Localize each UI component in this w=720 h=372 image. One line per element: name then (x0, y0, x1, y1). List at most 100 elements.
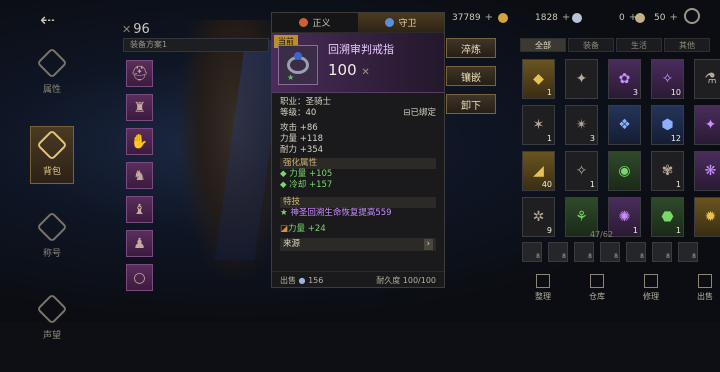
nav-item-backpack[interactable]: 背包 (30, 126, 74, 184)
item-icon: ❋ (704, 163, 717, 179)
add-currency-button[interactable]: + (669, 12, 677, 23)
item-name: 回溯审判戒指 (328, 43, 394, 56)
item-count: 1 (546, 134, 552, 143)
tooltip-footer: 出售 ● 156 耐久度 100/100 (272, 271, 444, 287)
item-count: 3 (632, 88, 638, 97)
tab-life[interactable]: 生活 (616, 38, 662, 52)
inventory-item-slot[interactable]: ⚗ (694, 59, 720, 99)
bag-count-prefix: ✕ (122, 23, 132, 36)
inlay-button[interactable]: 镶嵌 (446, 66, 496, 86)
level-requirement: 等级：40 (280, 108, 317, 118)
tab-other[interactable]: 其他 (664, 38, 710, 52)
justice-icon (299, 18, 309, 27)
source-arrow-icon: › (423, 239, 433, 250)
item-count: 1 (589, 180, 595, 189)
inventory-item-slot[interactable]: ❋ (694, 151, 720, 191)
ring-icon (287, 52, 309, 74)
tab-all[interactable]: 全部 (520, 38, 566, 52)
inventory-item-slot[interactable]: ✦ (694, 105, 720, 145)
back-arrow-icon[interactable]: ⇠ (40, 10, 72, 31)
tab-justice[interactable]: 正义 (272, 13, 358, 33)
equip-slot-feet[interactable]: ♝ (126, 196, 153, 223)
quick-slot[interactable]: 8 (548, 242, 568, 262)
bottom-button-label: 仓库 (589, 292, 605, 301)
quick-slot[interactable]: 8 (600, 242, 620, 262)
star-icon: ★ (280, 208, 288, 218)
warehouse-button[interactable]: 仓库 (582, 274, 612, 302)
quick-slot[interactable]: 8 (522, 242, 542, 262)
inventory-item-slot[interactable]: ✶ 1 (522, 105, 555, 145)
inventory-item-slot[interactable]: ◢ 40 (522, 151, 555, 191)
currency-honor: 50 + (635, 12, 678, 23)
equip-slot-hands[interactable]: ✋ (126, 128, 153, 155)
class-requirement: 职业：圣骑士 (280, 97, 332, 107)
quick-slot[interactable]: 8 (626, 242, 646, 262)
repair-button[interactable]: 修理 (636, 274, 666, 302)
refine-button[interactable]: 淬炼 (446, 38, 496, 58)
add-currency-button[interactable]: + (562, 12, 570, 23)
sell-button[interactable]: 出售 (690, 274, 720, 302)
item-count: 40 (541, 180, 552, 189)
nav-label: 属性 (42, 84, 61, 95)
sort-button[interactable]: 整理 (528, 274, 558, 302)
equip-slot-boots[interactable]: ♟ (126, 230, 153, 257)
add-currency-button[interactable]: + (485, 12, 493, 23)
inventory-item-slot[interactable]: ✲ 9 (522, 197, 555, 237)
equipment-plan-select[interactable]: 装备方案1 (123, 38, 269, 52)
quick-slot[interactable]: 8 (652, 242, 672, 262)
tab-equipment[interactable]: 装备 (568, 38, 614, 52)
gem-icon: ◪ (280, 224, 289, 234)
inventory-item-slot[interactable]: ✴ 3 (565, 105, 598, 145)
source-row[interactable]: 来源 › (280, 238, 436, 251)
item-icon: ✺ (618, 209, 631, 225)
item-icon: ◢ (533, 163, 544, 179)
equip-slot-ring[interactable]: ○ (126, 264, 153, 291)
equip-slot-head[interactable]: ⛑ (126, 60, 153, 87)
tab-guardian[interactable]: 守卫 (358, 13, 444, 33)
nav-item-reputation[interactable]: 声望 (30, 290, 74, 348)
enhance-stats: ◆ 力量 +105 ◆ 冷却 +157 (280, 169, 436, 191)
quick-slots: 8888888 (522, 242, 698, 262)
currency-silver: 0 + (572, 12, 637, 23)
inventory-item-slot[interactable]: ✹ (694, 197, 720, 237)
skill-title: 特技 (280, 197, 436, 208)
inventory-item-slot[interactable]: ✾ 1 (651, 151, 684, 191)
inventory-item-slot[interactable]: ✧ 1 (565, 151, 598, 191)
equip-slot-legs[interactable]: ♞ (126, 162, 153, 189)
base-stats: 攻击 +86 力量 +118 耐力 +354 (280, 123, 436, 156)
inventory-item-slot[interactable]: ❖ (608, 105, 641, 145)
inventory-item-slot[interactable]: ✿ 3 (608, 59, 641, 99)
quick-slot[interactable]: 8 (678, 242, 698, 262)
skill-text: 神圣回溯生命恢复提高559 (290, 208, 392, 218)
silver-coin-icon (572, 12, 582, 23)
stat-line: 耐力 +354 (280, 145, 324, 155)
inventory-item-slot[interactable]: ⬣ 1 (651, 197, 684, 237)
item-count: 9 (546, 226, 552, 235)
unequip-button[interactable]: 卸下 (446, 94, 496, 114)
item-score-value: 100 (328, 61, 357, 79)
enhance-title: 强化属性 (280, 158, 436, 169)
inventory-item-slot[interactable]: ◉ (608, 151, 641, 191)
item-tooltip: 正义 守卫 当前 ★ 回溯审判戒指 100 ✕ 职业：圣骑士 等级：40 ⊟已绑… (271, 12, 445, 288)
item-count: 1 (675, 180, 681, 189)
item-icon: ✹ (704, 209, 717, 225)
bound-status: ⊟已绑定 (403, 108, 436, 119)
inventory-item-slot[interactable]: ⬢ 12 (651, 105, 684, 145)
stat-line: 力量 +118 (280, 134, 324, 144)
settings-gear-icon[interactable] (684, 8, 700, 24)
bag-count: ✕ 96 (122, 22, 150, 37)
nav-item-title[interactable]: 称号 (30, 208, 74, 266)
inventory-item-slot[interactable]: ◆ 1 (522, 59, 555, 99)
sell-value: 156 (308, 276, 324, 285)
equip-slot-chest[interactable]: ♜ (126, 94, 153, 121)
item-icon: ◉ (618, 163, 631, 179)
tooltip-tabs: 正义 守卫 (272, 13, 444, 33)
nav-item-attributes[interactable]: 属性 (30, 44, 74, 102)
item-count: 1 (546, 88, 552, 97)
item-score: 100 ✕ (328, 61, 370, 79)
inventory-item-slot[interactable]: ✦ (565, 59, 598, 99)
inventory-item-slot[interactable]: ✧ 10 (651, 59, 684, 99)
item-icon: ✦ (704, 117, 717, 133)
quick-slot[interactable]: 8 (574, 242, 594, 262)
item-details: 职业：圣骑士 等级：40 ⊟已绑定 攻击 +86 力量 +118 耐力 +354… (272, 93, 444, 255)
